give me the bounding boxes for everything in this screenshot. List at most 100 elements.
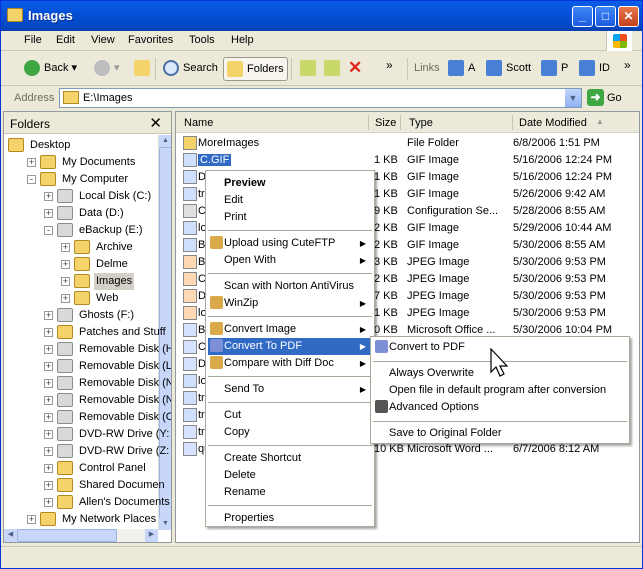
menu-item-edit[interactable]: Edit bbox=[208, 192, 372, 209]
menu-edit[interactable]: Edit bbox=[56, 34, 75, 46]
menu-item-send-to[interactable]: Send To ▶ bbox=[208, 381, 372, 398]
menu-item-copy[interactable]: Copy bbox=[208, 424, 372, 441]
tree-expander-icon[interactable]: + bbox=[44, 447, 53, 456]
menu-item-convert-to-pdf[interactable]: Convert To PDF ▶ bbox=[208, 338, 372, 355]
tree-expander-icon[interactable]: + bbox=[61, 277, 70, 286]
address-input[interactable]: E:\Images ▼ bbox=[59, 88, 582, 108]
links-overflow-icon[interactable]: » bbox=[621, 57, 634, 81]
menu-item-winzip[interactable]: WinZip ▶ bbox=[208, 295, 372, 312]
menu-item-cut[interactable]: Cut bbox=[208, 407, 372, 424]
tree-expander-icon[interactable]: + bbox=[61, 243, 70, 252]
menu-item-create-shortcut[interactable]: Create Shortcut bbox=[208, 450, 372, 467]
up-button[interactable] bbox=[131, 57, 157, 81]
file-row[interactable]: MoreImages File Folder 6/8/2006 1:51 PM bbox=[176, 135, 639, 152]
menu-tools[interactable]: Tools bbox=[189, 34, 215, 46]
tree-expander-icon[interactable]: + bbox=[44, 498, 53, 507]
file-row[interactable]: C.GIF 1 KB GIF Image 5/16/2006 12:24 PM bbox=[176, 152, 639, 169]
move-to-button[interactable] bbox=[297, 57, 323, 81]
link-p[interactable]: P bbox=[538, 57, 571, 81]
column-size[interactable]: Size bbox=[375, 117, 396, 129]
menu-item-delete[interactable]: Delete bbox=[208, 467, 372, 484]
tree-node-label: Shared Documen bbox=[79, 479, 165, 491]
pdf-icon bbox=[375, 340, 388, 353]
file-doc-icon bbox=[183, 340, 197, 354]
link-a[interactable]: A bbox=[445, 57, 478, 81]
scroll-down-icon[interactable]: ▼ bbox=[159, 518, 171, 530]
tree-expander-icon[interactable]: + bbox=[44, 192, 53, 201]
tree-expander-icon[interactable]: + bbox=[44, 379, 53, 388]
menu-item-open-with[interactable]: Open With ▶ bbox=[208, 252, 372, 269]
folders-horizontal-scrollbar[interactable]: ◀ ▶ bbox=[4, 529, 158, 542]
tree-expander-icon[interactable]: + bbox=[44, 362, 53, 371]
column-separator[interactable] bbox=[400, 115, 401, 130]
tree-expander-icon[interactable]: + bbox=[44, 481, 53, 490]
tree-expander-icon[interactable]: + bbox=[27, 515, 36, 524]
menu-favorites[interactable]: Favorites bbox=[128, 34, 173, 46]
folders-button[interactable]: Folders bbox=[223, 57, 288, 81]
drive-icon bbox=[57, 308, 73, 322]
file-name: tr bbox=[198, 409, 205, 421]
column-separator[interactable] bbox=[512, 115, 513, 130]
scroll-up-icon[interactable]: ▲ bbox=[159, 135, 171, 147]
title-bar[interactable]: Images _ □ ✕ bbox=[1, 1, 642, 31]
scroll-right-icon[interactable]: ▶ bbox=[145, 529, 158, 542]
tree-expander-icon[interactable]: + bbox=[44, 413, 53, 422]
tree-expander-icon[interactable]: + bbox=[44, 209, 53, 218]
column-name[interactable]: Name bbox=[184, 117, 213, 129]
menu-item-print[interactable]: Print bbox=[208, 209, 372, 226]
tree-expander-icon[interactable]: + bbox=[44, 311, 53, 320]
drive-icon bbox=[57, 444, 73, 458]
menu-item-properties[interactable]: Properties bbox=[208, 510, 372, 527]
column-type[interactable]: Type bbox=[409, 117, 433, 129]
menu-help[interactable]: Help bbox=[231, 34, 254, 46]
submenu-item-label: Convert to PDF bbox=[389, 341, 465, 353]
menu-item-preview[interactable]: Preview bbox=[208, 175, 372, 192]
tree-expander-icon[interactable]: - bbox=[44, 226, 53, 235]
go-button[interactable]: ➜ Go bbox=[587, 88, 622, 108]
tree-expander-icon[interactable]: + bbox=[44, 464, 53, 473]
toolbar-overflow-icon[interactable]: » bbox=[383, 57, 396, 81]
tree-expander-icon[interactable]: + bbox=[44, 328, 53, 337]
tree-node-label: Removable Disk (H bbox=[79, 343, 172, 355]
toolbar: Back ▾ ▾ Search Folders ✕ » Links A Scot… bbox=[1, 52, 642, 86]
copy-to-icon bbox=[324, 60, 340, 77]
close-icon[interactable]: ✕ bbox=[149, 114, 162, 132]
drive-icon bbox=[57, 410, 73, 424]
link-id[interactable]: ID bbox=[576, 57, 613, 81]
scroll-left-icon[interactable]: ◀ bbox=[4, 529, 17, 542]
column-date-modified[interactable]: Date Modified bbox=[519, 117, 587, 129]
menu-item-scan-with-norton-antivirus[interactable]: Scan with Norton AntiVirus bbox=[208, 278, 372, 295]
menu-file[interactable]: File bbox=[24, 34, 42, 46]
tree-expander-icon[interactable]: + bbox=[61, 260, 70, 269]
search-button[interactable]: Search bbox=[160, 57, 221, 81]
tree-expander-icon[interactable]: + bbox=[44, 345, 53, 354]
menu-view[interactable]: View bbox=[91, 34, 115, 46]
copy-to-button[interactable] bbox=[321, 57, 347, 81]
minimize-button[interactable]: _ bbox=[572, 6, 593, 27]
back-button[interactable]: Back ▾ bbox=[21, 57, 80, 81]
menu-item-compare-with-diff-doc[interactable]: Compare with Diff Doc ▶ bbox=[208, 355, 372, 372]
submenu-item-save-to-original-folder[interactable]: Save to Original Folder bbox=[373, 425, 627, 442]
forward-button[interactable]: ▾ bbox=[91, 57, 123, 81]
submenu-item-open-file-in-default-program-after-conversion[interactable]: Open file in default program after conve… bbox=[373, 382, 627, 399]
scroll-thumb[interactable] bbox=[17, 529, 117, 542]
menu-item-label: Send To bbox=[224, 383, 265, 395]
file-date: 5/28/2006 8:55 AM bbox=[513, 205, 606, 217]
menu-item-convert-image[interactable]: Convert Image ▶ bbox=[208, 321, 372, 338]
submenu-item-advanced-options[interactable]: Advanced Options bbox=[373, 399, 627, 416]
close-button[interactable]: ✕ bbox=[618, 6, 639, 27]
column-separator[interactable] bbox=[368, 115, 369, 130]
tree-expander-icon[interactable]: + bbox=[44, 396, 53, 405]
tree-expander-icon[interactable]: + bbox=[44, 430, 53, 439]
link-scott[interactable]: Scott bbox=[483, 57, 534, 81]
delete-icon[interactable]: ✕ bbox=[345, 57, 365, 81]
file-gif-icon bbox=[183, 374, 197, 388]
maximize-button[interactable]: □ bbox=[595, 6, 616, 27]
chevron-down-icon[interactable]: ▼ bbox=[565, 89, 581, 107]
tree-expander-icon[interactable]: + bbox=[61, 294, 70, 303]
windows-logo bbox=[606, 31, 632, 51]
tree-expander-icon[interactable]: + bbox=[27, 158, 36, 167]
menu-item-rename[interactable]: Rename bbox=[208, 484, 372, 501]
tree-expander-icon[interactable]: - bbox=[27, 175, 36, 184]
menu-item-upload-using-cuteftp[interactable]: Upload using CuteFTP ▶ bbox=[208, 235, 372, 252]
